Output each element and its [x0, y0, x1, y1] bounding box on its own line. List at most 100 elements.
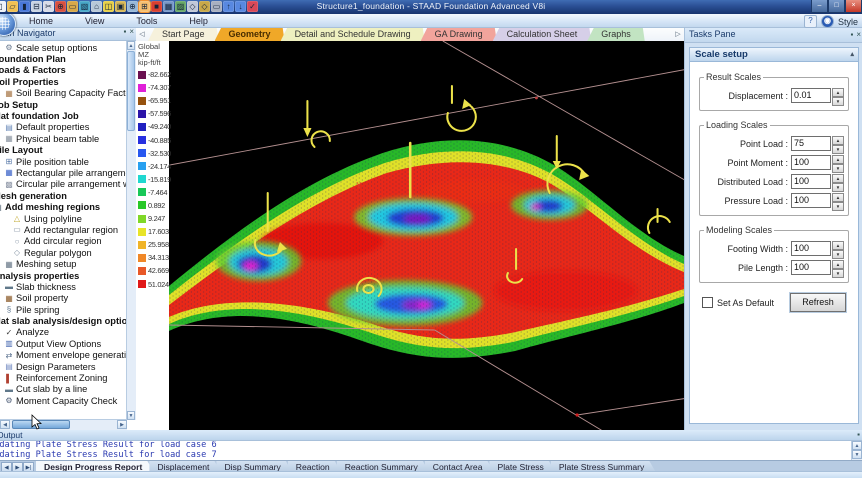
tab-scroll-right-icon[interactable]: ▷	[672, 28, 684, 41]
tree-item[interactable]: ▬ Cut slab by a line	[0, 384, 127, 395]
field-input[interactable]: 100	[791, 174, 831, 189]
document-tab[interactable]: Start Page	[148, 27, 219, 41]
scrollbar-up-button[interactable]: ▲	[852, 441, 862, 450]
tree-item[interactable]: ▦ Physical beam table	[0, 133, 127, 144]
scrollbar-down-button[interactable]: ▼	[127, 411, 135, 420]
spinner-down-icon[interactable]: ▼	[832, 97, 844, 106]
menu-item[interactable]: Home	[26, 16, 56, 26]
document-tab[interactable]: GA Drawing	[421, 27, 497, 41]
field-input[interactable]: 100	[791, 193, 831, 208]
tree-item[interactable]: Analysis properties	[0, 270, 127, 281]
navigator-horizontal-scrollbar[interactable]: ◀ ▶	[0, 419, 127, 430]
spinner-control[interactable]: ▲ ▼	[832, 260, 844, 278]
tab-scroll-left-icon[interactable]: ◁	[136, 28, 148, 41]
spinner-up-icon[interactable]: ▲	[832, 88, 844, 97]
document-tab[interactable]: Detail and Schedule Drawing	[281, 27, 425, 41]
spinner-down-icon[interactable]: ▼	[832, 145, 844, 154]
menu-item[interactable]: Help	[186, 16, 211, 26]
style-icon[interactable]: ◉	[820, 15, 834, 28]
viewport-3d-scene[interactable]: Y	[169, 41, 684, 430]
tree-item[interactable]: ▥ Output View Options	[0, 338, 127, 349]
tree-item[interactable]: ▦ Meshing setup	[0, 258, 127, 269]
document-tab[interactable]: Calculation Sheet	[493, 27, 592, 41]
tree-item[interactable]: ▩ Circular pile arrangement wizard	[0, 179, 127, 190]
spinner-down-icon[interactable]: ▼	[832, 183, 844, 192]
help-icon[interactable]: ?	[803, 15, 817, 28]
tree-item[interactable]: △ Using polyline	[0, 213, 127, 224]
spinner-control[interactable]: ▲ ▼	[832, 241, 844, 259]
spinner-up-icon[interactable]: ▲	[832, 155, 844, 164]
pin-icon[interactable]: ▪	[857, 430, 860, 439]
tree-item[interactable]: ▤ Default properties	[0, 122, 127, 133]
minimize-button[interactable]: –	[811, 0, 828, 13]
tree-item[interactable]: ⊞ Pile position table	[0, 156, 127, 167]
tree-item[interactable]: ⚙ Scale setup options	[0, 42, 127, 53]
menu-item[interactable]: View	[82, 16, 107, 26]
tree-item[interactable]: Foundation Plan	[0, 53, 127, 64]
tree-item[interactable]: ▦ Rectangular pile arrangement wizard	[0, 167, 127, 178]
collapse-icon[interactable]: ▴	[850, 48, 854, 62]
close-icon[interactable]: ×	[856, 30, 861, 39]
close-button[interactable]: ×	[845, 0, 862, 13]
3d-viewport[interactable]: Global MZ kip-ft/ft -82.662 -74.307 -65.…	[136, 41, 684, 430]
tree-item[interactable]: ▦ Add meshing regions	[0, 201, 127, 212]
document-tab[interactable]: Geometry	[215, 27, 285, 41]
field-input[interactable]: 75	[791, 136, 831, 151]
spinner-up-icon[interactable]: ▲	[832, 193, 844, 202]
spinner-down-icon[interactable]: ▼	[832, 269, 844, 278]
field-input[interactable]: 100	[791, 241, 831, 256]
spinner-up-icon[interactable]: ▲	[832, 241, 844, 250]
tree-item[interactable]: Mat foundation Job	[0, 110, 127, 121]
set-as-default-checkbox[interactable]: Set As Default	[702, 297, 774, 308]
tree-item[interactable]: ⇄ Moment envelope generation	[0, 350, 127, 361]
checkbox-icon[interactable]	[702, 297, 713, 308]
tree-item[interactable]: ▦ Soil property	[0, 293, 127, 304]
tree-item[interactable]: ○ Add circular region	[0, 236, 127, 247]
navigator-vertical-scrollbar[interactable]: ▲ ▼	[126, 41, 136, 420]
tree-item[interactable]: Loads & Factors	[0, 65, 127, 76]
spinner-up-icon[interactable]: ▲	[832, 136, 844, 145]
close-icon[interactable]: ×	[129, 27, 134, 36]
spinner-down-icon[interactable]: ▼	[832, 250, 844, 259]
refresh-button[interactable]: Refresh	[790, 293, 846, 312]
spinner-control[interactable]: ▲ ▼	[832, 136, 844, 154]
spinner-control[interactable]: ▲ ▼	[832, 155, 844, 173]
menu-item[interactable]: Tools	[133, 16, 160, 26]
spinner-control[interactable]: ▲ ▼	[832, 174, 844, 192]
tree-item[interactable]: ▬ Slab thickness	[0, 281, 127, 292]
spinner-up-icon[interactable]: ▲	[832, 174, 844, 183]
spinner-control[interactable]: ▲ ▼	[832, 88, 844, 106]
field-input[interactable]: 0.01	[791, 88, 831, 103]
output-log[interactable]: Updating Plate Stress Result for load ca…	[0, 441, 852, 460]
tree-item[interactable]: Mat slab analysis/design options	[0, 315, 127, 326]
maximize-button[interactable]: □	[828, 0, 845, 13]
scrollbar-left-button[interactable]: ◀	[0, 420, 10, 429]
spinner-up-icon[interactable]: ▲	[832, 260, 844, 269]
tree-item[interactable]: Job Setup	[0, 99, 127, 110]
document-tab[interactable]: Graphs	[587, 27, 645, 41]
style-label[interactable]: Style	[838, 17, 858, 27]
tree-item[interactable]: ▤ Design Parameters	[0, 361, 127, 372]
spinner-down-icon[interactable]: ▼	[832, 164, 844, 173]
scrollbar-down-button[interactable]: ▼	[852, 450, 862, 459]
tree-item[interactable]: Mesh generation	[0, 190, 127, 201]
tree-item[interactable]: ✓ Analyze	[0, 327, 127, 338]
tree-item[interactable]: § Pile spring	[0, 304, 127, 315]
tree-item[interactable]: ▦ Soil Bearing Capacity Factors	[0, 88, 127, 99]
pin-icon[interactable]: ▪	[123, 27, 126, 36]
spinner-control[interactable]: ▲ ▼	[832, 193, 844, 211]
scrollbar-thumb[interactable]	[127, 51, 135, 131]
pin-icon[interactable]: ▪	[850, 30, 853, 39]
scrollbar-right-button[interactable]: ▶	[117, 420, 127, 429]
scrollbar-up-button[interactable]: ▲	[127, 41, 135, 50]
tree-item[interactable]: Pile Layout	[0, 145, 127, 156]
spinner-down-icon[interactable]: ▼	[832, 202, 844, 211]
tree-item[interactable]: Soil Properties	[0, 76, 127, 87]
tree-item[interactable]: ⚙ Moment Capacity Check	[0, 395, 127, 406]
field-input[interactable]: 100	[791, 260, 831, 275]
tree-item[interactable]: ▭ Add rectangular region	[0, 224, 127, 235]
field-input[interactable]: 100	[791, 155, 831, 170]
output-scrollbar[interactable]: ▲ ▼	[851, 441, 862, 460]
tree-item[interactable]: ▌ Reinforcement Zoning	[0, 372, 127, 383]
tree-item[interactable]: ◇ Regular polygon	[0, 247, 127, 258]
